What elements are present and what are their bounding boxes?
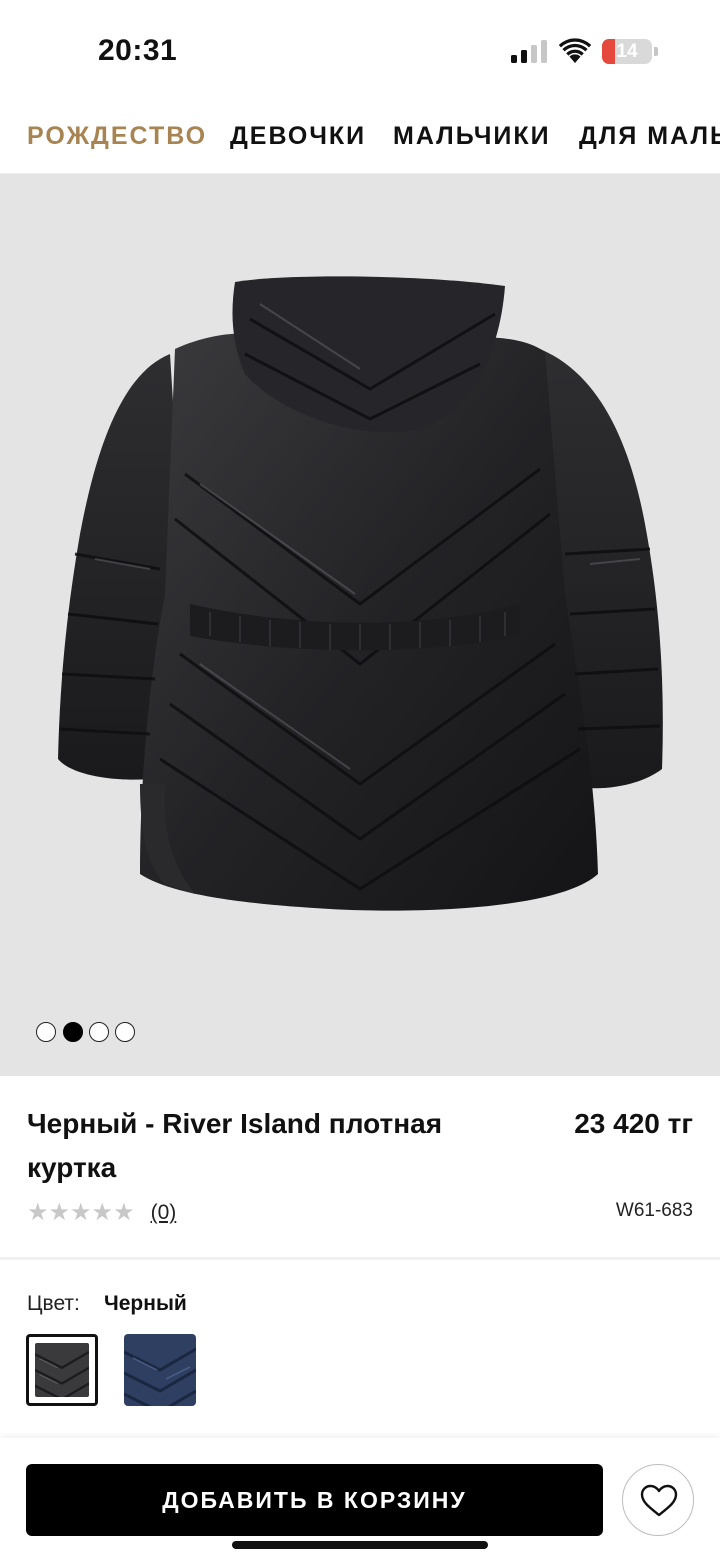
carousel-dot-2[interactable] bbox=[63, 1022, 83, 1042]
product-sku: W61-683 bbox=[615, 1200, 693, 1221]
status-bar: 20:31 14 bbox=[0, 0, 720, 100]
color-label: Цвет: bbox=[27, 1292, 80, 1315]
add-to-cart-button[interactable]: ДОБАВИТЬ В КОРЗИНУ bbox=[26, 1464, 603, 1536]
product-image bbox=[58, 276, 663, 911]
color-swatch-black[interactable] bbox=[26, 1334, 98, 1406]
battery-level: 14 bbox=[616, 41, 638, 62]
carousel-dot-4[interactable] bbox=[115, 1022, 135, 1042]
product-image-gallery[interactable] bbox=[0, 174, 720, 1076]
carousel-dot-1[interactable] bbox=[36, 1022, 56, 1042]
category-boys[interactable]: МАЛЬЧИКИ bbox=[393, 122, 551, 151]
product-title-line1: Черный - River Island плотная bbox=[27, 1108, 443, 1139]
signal-icon bbox=[511, 40, 547, 63]
carousel-dot-3[interactable] bbox=[89, 1022, 109, 1042]
product-title: Черный - River Island плотная куртка bbox=[27, 1102, 477, 1190]
selected-color-value: Черный bbox=[104, 1292, 187, 1315]
bottom-action-bar: ДОБАВИТЬ В КОРЗИНУ bbox=[0, 1438, 720, 1564]
rating-stars-icon: ★★★★★ bbox=[27, 1199, 135, 1226]
product-title-line2: куртка bbox=[27, 1152, 117, 1183]
heart-icon bbox=[640, 1484, 678, 1517]
color-swatch-navy[interactable] bbox=[124, 1334, 196, 1406]
category-nav: РОЖДЕСТВО ДЕВОЧКИ МАЛЬЧИКИ ДЛЯ МАЛЫШЕЙ bbox=[0, 100, 720, 174]
swatch-image-black bbox=[35, 1343, 89, 1397]
review-count-link[interactable]: (0) bbox=[151, 1198, 177, 1228]
swatch-image-navy bbox=[124, 1334, 196, 1406]
rating: ★★★★★ (0) bbox=[27, 1198, 176, 1228]
wishlist-button[interactable] bbox=[622, 1464, 694, 1536]
category-babies[interactable]: ДЛЯ МАЛЫШЕЙ bbox=[579, 122, 720, 151]
battery-icon: 14 bbox=[602, 39, 652, 64]
category-girls[interactable]: ДЕВОЧКИ bbox=[230, 122, 366, 151]
home-indicator bbox=[232, 1541, 488, 1549]
wifi-icon bbox=[558, 38, 592, 63]
category-christmas[interactable]: РОЖДЕСТВО bbox=[27, 122, 207, 151]
section-divider bbox=[0, 1257, 720, 1260]
battery-cap bbox=[654, 47, 658, 56]
product-price: 23 420 тг bbox=[574, 1108, 693, 1139]
status-time: 20:31 bbox=[98, 34, 178, 67]
